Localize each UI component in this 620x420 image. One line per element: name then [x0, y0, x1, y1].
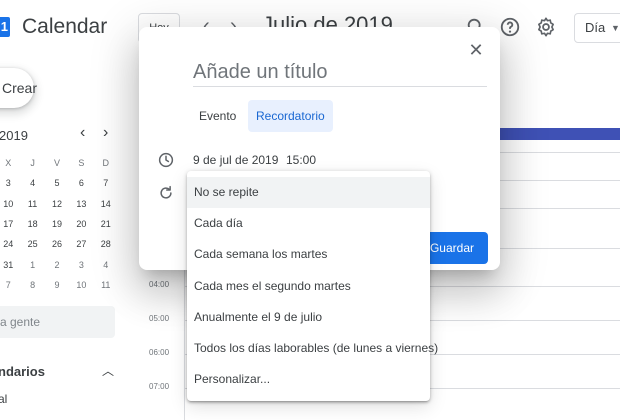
mini-calendar-day[interactable]: 8 — [20, 280, 44, 290]
mini-calendar-day[interactable]: 31 — [0, 260, 20, 270]
mini-calendar-day[interactable]: 1 — [20, 260, 44, 270]
create-button[interactable]: Crear — [0, 68, 37, 108]
mini-calendar-day[interactable]: 2 — [45, 260, 69, 270]
chevron-up-icon[interactable]: ︿ — [102, 362, 114, 379]
mini-calendar-day[interactable]: 5 — [45, 178, 69, 188]
mini-calendar-day[interactable]: 28 — [94, 239, 118, 249]
tab-event[interactable]: Evento — [191, 100, 244, 132]
date-field[interactable]: 9 de jul de 2019 — [193, 153, 278, 167]
mini-calendar-day[interactable]: 25 — [20, 239, 44, 249]
mini-calendar-day[interactable]: 3 — [0, 178, 20, 188]
close-icon[interactable]: ✕ — [465, 39, 487, 61]
hour-label: 07:00 — [149, 382, 170, 391]
all-day-event-bar[interactable] — [500, 128, 620, 140]
caret-down-icon: ▼ — [611, 23, 620, 33]
mini-calendar-weekday: D — [102, 158, 110, 169]
mini-previous-month-icon[interactable]: ‹ — [80, 124, 85, 142]
mini-calendar-day[interactable]: 27 — [69, 239, 93, 249]
help-icon[interactable] — [499, 16, 521, 38]
clock-icon — [158, 152, 174, 168]
mini-calendar-day[interactable]: 4 — [20, 178, 44, 188]
mini-calendar-day[interactable]: 9 — [45, 280, 69, 290]
mini-calendar-day[interactable]: 4 — [94, 260, 118, 270]
mini-calendar-day[interactable]: 7 — [94, 178, 118, 188]
mini-calendar-day[interactable]: 26 — [45, 239, 69, 249]
mini-calendar-day[interactable]: 11 — [20, 199, 44, 209]
mini-calendar-day[interactable]: 12 — [45, 199, 69, 209]
mini-calendar-day[interactable]: 7 — [0, 280, 20, 290]
mini-calendar-day[interactable]: 18 — [20, 219, 44, 229]
repeat-option[interactable]: Cada semana los martes — [187, 239, 430, 270]
hour-label: 06:00 — [149, 348, 170, 357]
mini-calendar-month: 2019 — [0, 128, 28, 143]
hour-label: 05:00 — [149, 314, 170, 323]
mini-calendar-day[interactable]: 6 — [69, 178, 93, 188]
view-select-value: Día — [585, 20, 606, 35]
mini-calendar-grid: XJVSD 3 4 5 6 7 10 11 12 13 14 17 18 19 20 21 24 25 26 27 2… — [0, 153, 118, 295]
mini-calendar-weekday: X — [5, 158, 12, 169]
tab-reminder[interactable]: Recordatorio — [248, 100, 333, 132]
mini-calendar-day[interactable]: 19 — [45, 219, 69, 229]
mini-calendar-day[interactable]: 14 — [94, 199, 118, 209]
mini-calendar-day[interactable]: 21 — [94, 219, 118, 229]
repeat-option[interactable]: Cada mes el segundo martes — [187, 271, 430, 302]
hour-label: 04:00 — [149, 280, 170, 289]
mini-calendar-week: 24 25 26 27 28 — [0, 234, 118, 254]
title-input[interactable] — [193, 59, 487, 87]
mini-calendar-day[interactable]: 13 — [69, 199, 93, 209]
mini-calendar-week: 34567 — [0, 173, 118, 193]
mini-calendar-week: 10 11 12 13 14 — [0, 194, 118, 214]
mini-calendar-day[interactable]: 17 — [0, 219, 20, 229]
mini-calendar-weekday: S — [78, 158, 85, 169]
mini-calendar-day[interactable]: 20 — [69, 219, 93, 229]
mini-calendar-day[interactable]: 11 — [94, 280, 118, 290]
settings-gear-icon[interactable] — [535, 16, 557, 38]
mini-calendar-day[interactable]: 3 — [69, 260, 93, 270]
repeat-option[interactable]: No se repite — [187, 177, 430, 209]
mini-calendar-weekdays: XJVSD — [0, 153, 118, 173]
mini-calendar-day[interactable]: 10 — [0, 199, 20, 209]
mini-calendar-day[interactable]: 24 — [0, 239, 20, 249]
repeat-option[interactable]: Personalizar... — [187, 364, 430, 395]
repeat-options-menu: No se repite Cada día Cada semana los mart… — [187, 171, 438, 401]
repeat-option[interactable]: Cada día — [187, 208, 430, 239]
app-name: Calendar — [22, 15, 108, 38]
calendar-list-item[interactable]: al — [0, 392, 7, 406]
view-select[interactable]: Día ▼ — [574, 13, 620, 43]
repeat-option[interactable]: Anualmente el 9 de julio — [187, 302, 430, 333]
my-calendars-heading[interactable]: ndarios — [0, 364, 45, 379]
mini-calendar-week: 7 8 9 10 11 — [0, 275, 118, 295]
mini-calendar-week: 31 1 2 3 4 — [0, 254, 118, 274]
repeat-option[interactable]: Todos los días laborables (de lunes a vi… — [187, 333, 438, 364]
time-field[interactable]: 15:00 — [286, 153, 316, 167]
mini-calendar-week: 17 18 19 20 21 — [0, 214, 118, 234]
mini-next-month-icon[interactable]: › — [103, 124, 108, 142]
repeat-icon — [160, 185, 172, 199]
calendar-logo-icon: 1 — [0, 17, 10, 37]
mini-calendar-weekday: V — [53, 158, 60, 169]
mini-calendar-day[interactable]: 10 — [69, 280, 93, 290]
mini-calendar-weekday: J — [30, 158, 35, 169]
search-people-input[interactable]: a gente — [0, 306, 115, 338]
